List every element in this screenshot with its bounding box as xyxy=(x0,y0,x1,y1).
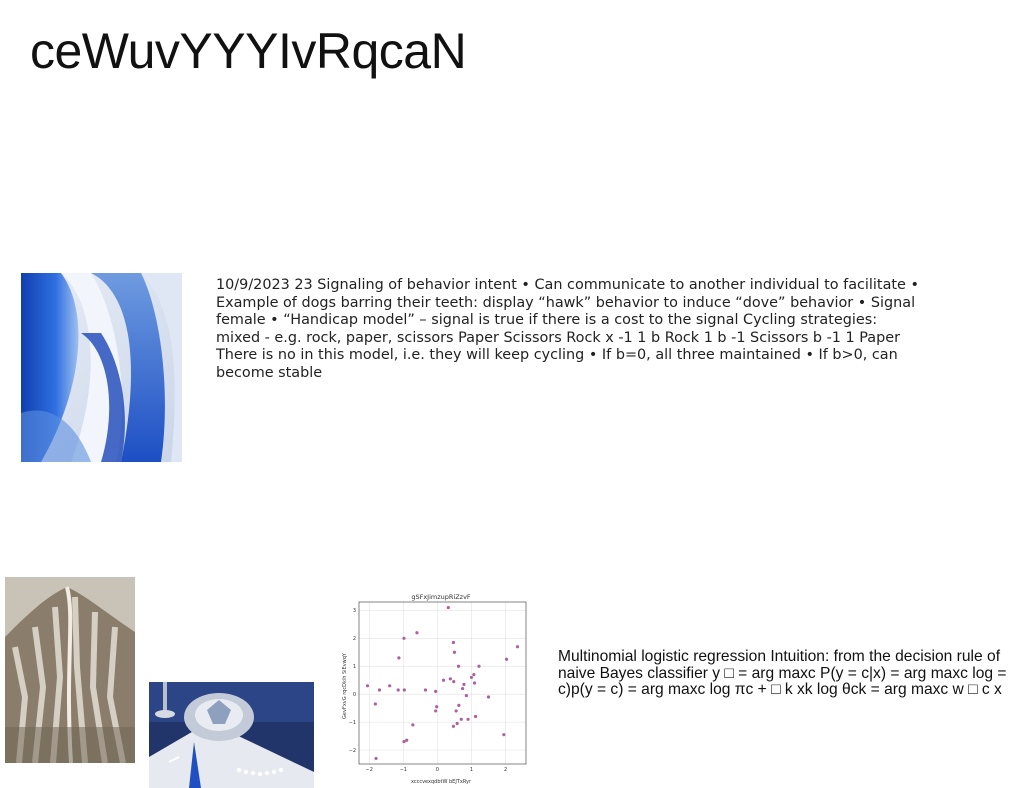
chart-point xyxy=(423,688,428,692)
chart-point xyxy=(461,686,465,691)
chart-point xyxy=(415,631,419,635)
chart-point xyxy=(434,689,438,693)
slide-text-logistic-regression: Multinomial logistic regression Intuitio… xyxy=(558,648,1007,698)
chart-point xyxy=(435,705,439,709)
chart-point xyxy=(365,684,370,688)
chart-y-tick-label: 2 xyxy=(353,636,356,642)
abstract-blue-waves-art xyxy=(21,273,182,462)
chart-point xyxy=(473,714,478,719)
chart-point xyxy=(451,724,456,728)
chart-point xyxy=(502,733,506,737)
snowy-mountain-image xyxy=(5,577,135,763)
chart-point xyxy=(448,677,452,681)
chart-point xyxy=(411,723,415,727)
chart-y-tick-label: 3 xyxy=(353,608,356,614)
chart-point xyxy=(388,684,392,688)
chart-point xyxy=(451,640,456,645)
chart-x-tick-label: 0 xyxy=(436,767,439,773)
chart-title: gSFxJimzupRiZzvF xyxy=(411,593,471,601)
chart-point xyxy=(374,756,378,761)
abstract-blue-waves-image xyxy=(21,273,182,462)
chart-point xyxy=(402,688,406,692)
chart-point xyxy=(396,688,400,692)
chart-point xyxy=(434,709,438,713)
chart-point xyxy=(504,657,509,661)
chart-point xyxy=(446,605,450,610)
scatter-chart: gSFxJimzupRiZzvF xcccvexqdbtW bEJTxRyr G… xyxy=(342,593,527,785)
chart-x-tick-label: 1 xyxy=(470,767,473,773)
chart-plot-frame xyxy=(358,601,527,765)
chart-point xyxy=(455,721,459,726)
chart-point xyxy=(462,682,466,686)
chart-point xyxy=(452,650,457,654)
chart-y-axis-label: GevFxvG rqcDkih SiEvwqY xyxy=(342,652,348,719)
chart-x-tick-label: 2 xyxy=(504,767,507,773)
chart-point xyxy=(402,636,406,640)
chart-x-tick-label: −1 xyxy=(400,767,407,773)
chart-x-tick-label: −2 xyxy=(366,767,373,773)
blue-table-setting-art xyxy=(149,682,314,788)
chart-y-tick-label: 0 xyxy=(353,692,356,698)
chart-point xyxy=(472,681,477,685)
chart-point xyxy=(405,738,409,742)
chart-point xyxy=(377,688,382,692)
chart-point xyxy=(373,702,377,706)
chart-point xyxy=(472,673,476,677)
chart-point xyxy=(466,717,470,721)
chart-point xyxy=(469,675,474,680)
chart-y-tick-label: −2 xyxy=(349,748,356,754)
chart-point xyxy=(456,664,461,668)
chart-point xyxy=(452,680,456,684)
chart-y-tick-label: −1 xyxy=(349,720,356,726)
chart-point xyxy=(441,678,446,682)
chart-point xyxy=(477,664,481,668)
chart-point xyxy=(454,709,458,713)
chart-point xyxy=(464,693,468,698)
chart-point xyxy=(397,656,401,660)
chart-point xyxy=(486,695,491,699)
blue-table-setting-image xyxy=(149,682,314,788)
chart-point xyxy=(457,703,461,707)
snowy-mountain-art xyxy=(5,577,135,763)
chart-point xyxy=(402,740,406,744)
page-title: ceWuvYYYIvRqcaN xyxy=(30,23,467,79)
slide-text-signaling: 10/9/2023 23 Signaling of behavior inten… xyxy=(216,277,919,381)
chart-point xyxy=(515,645,520,649)
chart-y-tick-label: 1 xyxy=(353,664,356,670)
chart-point xyxy=(459,717,463,721)
chart-x-axis-label: xcccvexqdbtW bEJTxRyr xyxy=(411,779,472,785)
